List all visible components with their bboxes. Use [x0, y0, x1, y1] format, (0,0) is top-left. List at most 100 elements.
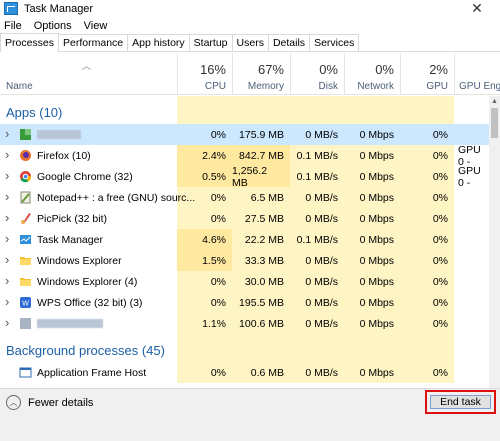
column-gpu-engine[interactable]: GPU Engin: [454, 53, 500, 95]
process-row[interactable]: 1.1% 100.6 MB 0 MB/s 0 Mbps 0% ›: [0, 313, 490, 334]
process-row[interactable]: 2.4% 842.7 MB 0.1 MB/s 0 Mbps 0% GPU 0 - › Fire…: [0, 143, 490, 168]
process-row[interactable]: 0% 6.5 MB 0 MB/s 0 Mbps 0% › Notepad++ : a fre…: [0, 187, 490, 208]
cpu-cell: 0%: [210, 128, 226, 141]
network-cell: 0 Mbps: [344, 250, 400, 271]
gpu-cell: 0%: [400, 362, 454, 383]
tab-app-history[interactable]: App history: [127, 34, 190, 51]
column-gpu[interactable]: 2% GPU: [400, 53, 454, 95]
network-cell: 0 Mbps: [344, 292, 400, 313]
menu-view[interactable]: View: [78, 20, 114, 32]
expand-chevron-icon[interactable]: ›: [5, 147, 9, 162]
task-manager-icon: [19, 233, 32, 246]
process-row[interactable]: 0% 27.5 MB 0 MB/s 0 Mbps 0% › PicPick (32 bit): [0, 208, 490, 229]
process-row[interactable]: 0% 30.0 MB 0 MB/s 0 Mbps 0% › Windows Explorer…: [0, 271, 490, 292]
gpu-cell: 0%: [400, 229, 454, 250]
close-icon[interactable]: ✕: [454, 0, 500, 17]
group-column-background: [290, 334, 344, 362]
network-total: 0%: [375, 62, 394, 77]
chrome-icon: [19, 170, 32, 183]
expand-chevron-icon[interactable]: ›: [5, 189, 9, 204]
disk-cell: 0 MB/s: [290, 250, 344, 271]
process-name: Firefox (10): [37, 149, 91, 162]
column-disk[interactable]: 0% Disk: [290, 53, 344, 95]
expand-chevron-icon[interactable]: ›: [5, 126, 9, 141]
process-row[interactable]: 1.5% 33.3 MB 0 MB/s 0 Mbps 0% › Windows Explor…: [0, 250, 490, 271]
group-background: Background processes (45): [0, 334, 490, 362]
disk-cell: 0.1 MB/s: [290, 145, 344, 166]
cpu-cell: 1.1%: [177, 313, 232, 334]
end-task-button[interactable]: End task: [430, 395, 491, 409]
group-title: Background processes (45): [6, 343, 165, 358]
tab-processes[interactable]: Processes: [0, 33, 60, 52]
column-cpu[interactable]: 16% CPU: [177, 53, 232, 95]
group-column-background: [232, 334, 290, 362]
menu-file[interactable]: File: [0, 20, 28, 32]
title-bar: Task Manager ✕: [0, 0, 500, 17]
gpu-total: 2%: [429, 62, 448, 77]
folder-icon: [19, 254, 32, 267]
memory-cell: 33.3 MB: [232, 250, 290, 271]
expand-chevron-icon[interactable]: ›: [5, 210, 9, 225]
expand-chevron-icon[interactable]: ›: [5, 294, 9, 309]
vertical-scrollbar[interactable]: ▲: [489, 96, 500, 388]
gpu-cell: 0%: [400, 187, 454, 208]
memory-cell: 30.0 MB: [232, 271, 290, 292]
group-column-background: [177, 334, 232, 362]
process-name: Notepad++ : a free (GNU) sourc...: [37, 191, 196, 204]
cpu-cell: 0.5%: [177, 166, 232, 187]
cpu-cell: 0%: [177, 362, 232, 383]
tab-services[interactable]: Services: [309, 34, 360, 51]
disk-cell: 0 MB/s: [290, 313, 344, 334]
process-row[interactable]: 0% 175.9 MB 0 MB/s 0 Mbps 0% ›: [0, 124, 490, 145]
process-row[interactable]: 0.5% 1,256.2 MB 0.1 MB/s 0 Mbps 0% GPU 0 - › Go…: [0, 165, 490, 189]
process-row[interactable]: 0% 195.5 MB 0 MB/s 0 Mbps 0% › W WPS Office (32…: [0, 292, 490, 313]
tab-startup[interactable]: Startup: [188, 34, 233, 51]
scroll-thumb[interactable]: [491, 108, 498, 138]
tab-performance[interactable]: Performance: [58, 34, 129, 51]
expand-chevron-icon[interactable]: ›: [5, 315, 9, 330]
tab-details[interactable]: Details: [267, 34, 311, 51]
process-name: [37, 124, 81, 145]
memory-cell: 100.6 MB: [232, 313, 290, 334]
fewer-details-button[interactable]: ︿ Fewer details: [6, 395, 93, 410]
memory-cell: 27.5 MB: [232, 208, 290, 229]
gpu-engine-cell: GPU 0 -: [458, 143, 481, 168]
tab-users[interactable]: Users: [231, 34, 269, 51]
column-network[interactable]: 0% Network: [344, 53, 400, 95]
process-name: [37, 313, 103, 334]
green-app-icon: [19, 128, 32, 141]
disk-label: Disk: [318, 81, 338, 92]
expand-chevron-icon[interactable]: ›: [5, 273, 9, 288]
footer: ︿ Fewer details End task: [0, 388, 500, 441]
memory-cell: 1,256.2 MB: [232, 165, 290, 189]
column-header: ︿ Name 16% CPU 67% Memory 0% Disk 0% Net…: [0, 53, 500, 95]
group-column-background: [344, 334, 400, 362]
memory-cell: 195.5 MB: [232, 292, 290, 313]
column-name[interactable]: Name: [6, 81, 33, 92]
sort-up-icon: ︿: [82, 61, 92, 71]
gpu-cell: 0%: [400, 313, 454, 334]
expand-chevron-icon[interactable]: ›: [5, 252, 9, 267]
gpu-cell: 0%: [400, 208, 454, 229]
column-memory[interactable]: 67% Memory: [232, 53, 290, 95]
disk-cell: 0 MB/s: [290, 208, 344, 229]
gpu-cell: 0%: [400, 250, 454, 271]
gpu-cell: 0%: [400, 271, 454, 292]
network-cell: 0 Mbps: [344, 166, 400, 187]
memory-label: Memory: [247, 81, 284, 92]
process-name: Task Manager: [37, 233, 103, 246]
menu-options[interactable]: Options: [28, 20, 78, 32]
disk-cell: 0 MB/s: [305, 128, 338, 141]
expand-chevron-icon[interactable]: ›: [5, 168, 9, 183]
process-row[interactable]: 0% 0.6 MB 0 MB/s 0 Mbps 0% Application Frame …: [0, 362, 490, 383]
expand-chevron-icon[interactable]: ›: [5, 231, 9, 246]
gpu-engine-label: GPU Engin: [459, 81, 500, 92]
disk-cell: 0 MB/s: [290, 292, 344, 313]
folder-icon: [19, 275, 32, 288]
process-row[interactable]: 4.6% 22.2 MB 0.1 MB/s 0 Mbps 0% › Task Manager: [0, 229, 490, 250]
network-cell: 0 Mbps: [344, 229, 400, 250]
process-list: Apps (10) 0% 175.9 MB 0 MB/s 0 Mbps 0% › 2.4% 84…: [0, 96, 490, 388]
network-cell: 0 Mbps: [344, 313, 400, 334]
scroll-up-icon[interactable]: ▲: [489, 96, 500, 107]
firefox-icon: [19, 149, 32, 162]
